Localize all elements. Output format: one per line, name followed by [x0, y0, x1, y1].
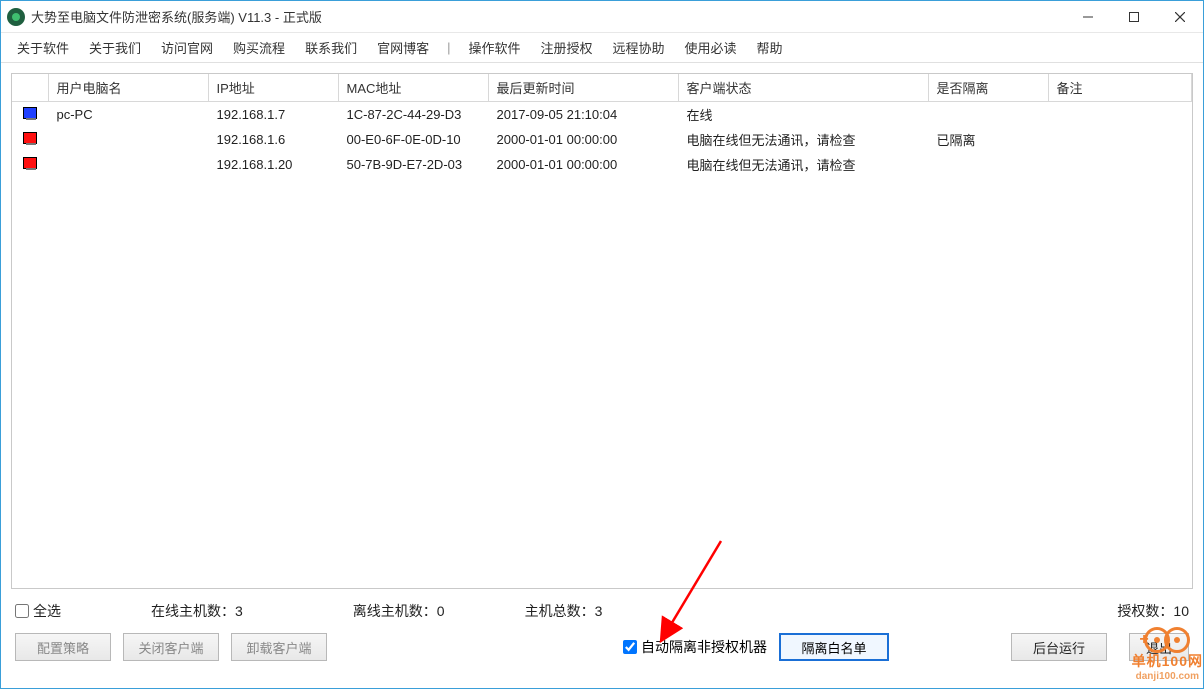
menu-separator: |: [439, 40, 458, 55]
menu-register[interactable]: 注册授权: [531, 34, 603, 61]
table-cell: [1048, 127, 1192, 152]
status-icon: [23, 107, 37, 119]
table-cell: pc-PC: [48, 102, 208, 128]
menu-readme[interactable]: 使用必读: [675, 34, 747, 61]
offline-count: 离线主机数：0: [353, 601, 445, 621]
stats-bar: 全选 在线主机数：3 离线主机数：0 主机总数：3 授权数：10: [1, 599, 1203, 627]
auto-isolate-label: 自动隔离非授权机器: [641, 637, 767, 657]
menu-help[interactable]: 帮助: [747, 34, 793, 61]
select-all-input[interactable]: [15, 604, 29, 618]
minimize-button[interactable]: [1065, 1, 1111, 33]
auto-isolate-input[interactable]: [623, 640, 637, 654]
table-header-4[interactable]: 最后更新时间: [488, 74, 678, 102]
menu-operate[interactable]: 操作软件: [458, 34, 530, 61]
table-cell: 已隔离: [928, 127, 1048, 152]
app-icon: [7, 8, 25, 26]
table-cell: [12, 152, 48, 177]
table-cell: 00-E0-6F-0E-0D-10: [338, 127, 488, 152]
menu-contact[interactable]: 联系我们: [295, 34, 367, 61]
table-cell: 在线: [678, 102, 928, 128]
table-cell: 192.168.1.20: [208, 152, 338, 177]
select-all-checkbox[interactable]: 全选: [15, 601, 61, 621]
select-all-label: 全选: [33, 601, 61, 621]
menu-about-software[interactable]: 关于软件: [7, 34, 79, 61]
table-cell: [928, 102, 1048, 128]
table-cell: [928, 152, 1048, 177]
client-table[interactable]: 用户电脑名IP地址MAC地址最后更新时间客户端状态是否隔离备注 pc-PC192…: [12, 74, 1192, 177]
table-header-1[interactable]: 用户电脑名: [48, 74, 208, 102]
status-icon: [23, 132, 37, 144]
table-header-5[interactable]: 客户端状态: [678, 74, 928, 102]
button-row: 配置策略 关闭客户端 卸载客户端 自动隔离非授权机器 隔离白名单 后台运行 退出: [1, 627, 1203, 671]
table-cell: 2000-01-01 00:00:00: [488, 127, 678, 152]
table-cell: 50-7B-9D-E7-2D-03: [338, 152, 488, 177]
close-button[interactable]: [1157, 1, 1203, 33]
table-cell: [48, 127, 208, 152]
menu-purchase[interactable]: 购买流程: [223, 34, 295, 61]
table-header-3[interactable]: MAC地址: [338, 74, 488, 102]
client-table-container: 用户电脑名IP地址MAC地址最后更新时间客户端状态是否隔离备注 pc-PC192…: [11, 73, 1193, 589]
table-header-row: 用户电脑名IP地址MAC地址最后更新时间客户端状态是否隔离备注: [12, 74, 1192, 102]
total-count: 主机总数：3: [525, 601, 603, 621]
table-row[interactable]: 192.168.1.2050-7B-9D-E7-2D-032000-01-01 …: [12, 152, 1192, 177]
run-background-button[interactable]: 后台运行: [1011, 633, 1107, 661]
table-cell: [1048, 102, 1192, 128]
uninstall-client-button[interactable]: 卸载客户端: [231, 633, 327, 661]
table-row[interactable]: pc-PC192.168.1.71C-87-2C-44-29-D32017-09…: [12, 102, 1192, 128]
table-cell: 2017-09-05 21:10:04: [488, 102, 678, 128]
table-cell: 1C-87-2C-44-29-D3: [338, 102, 488, 128]
table-cell: [12, 102, 48, 128]
config-policy-button[interactable]: 配置策略: [15, 633, 111, 661]
exit-button[interactable]: 退出: [1129, 633, 1189, 661]
table-cell: 电脑在线但无法通讯，请检查: [678, 127, 928, 152]
table-cell: 192.168.1.7: [208, 102, 338, 128]
auto-isolate-checkbox[interactable]: 自动隔离非授权机器: [623, 637, 767, 657]
table-cell: 192.168.1.6: [208, 127, 338, 152]
maximize-button[interactable]: [1111, 1, 1157, 33]
menu-blog[interactable]: 官网博客: [367, 34, 439, 61]
table-cell: 2000-01-01 00:00:00: [488, 152, 678, 177]
table-cell: [48, 152, 208, 177]
title-bar: 大势至电脑文件防泄密系统(服务端) V11.3 - 正式版: [1, 1, 1203, 33]
menu-about-us[interactable]: 关于我们: [79, 34, 151, 61]
menu-remote[interactable]: 远程协助: [603, 34, 675, 61]
menu-bar: 关于软件 关于我们 访问官网 购买流程 联系我们 官网博客 | 操作软件 注册授…: [1, 33, 1203, 63]
table-header-6[interactable]: 是否隔离: [928, 74, 1048, 102]
window-controls: [1065, 1, 1203, 33]
menu-visit-site[interactable]: 访问官网: [151, 34, 223, 61]
license-count: 授权数：10: [1117, 601, 1189, 621]
table-cell: 电脑在线但无法通讯，请检查: [678, 152, 928, 177]
right-button-group: 后台运行 退出: [1011, 633, 1189, 661]
table-header-7[interactable]: 备注: [1048, 74, 1192, 102]
table-body: pc-PC192.168.1.71C-87-2C-44-29-D32017-09…: [12, 102, 1192, 178]
table-cell: [12, 127, 48, 152]
table-header-0[interactable]: [12, 74, 48, 102]
status-icon: [23, 157, 37, 169]
close-client-button[interactable]: 关闭客户端: [123, 633, 219, 661]
table-cell: [1048, 152, 1192, 177]
table-header-2[interactable]: IP地址: [208, 74, 338, 102]
watermark-text-2: danji100.com: [1132, 671, 1203, 682]
window-title: 大势至电脑文件防泄密系统(服务端) V11.3 - 正式版: [31, 7, 322, 26]
table-row[interactable]: 192.168.1.600-E0-6F-0E-0D-102000-01-01 0…: [12, 127, 1192, 152]
isolation-whitelist-button[interactable]: 隔离白名单: [779, 633, 889, 661]
online-count: 在线主机数：3: [151, 601, 243, 621]
